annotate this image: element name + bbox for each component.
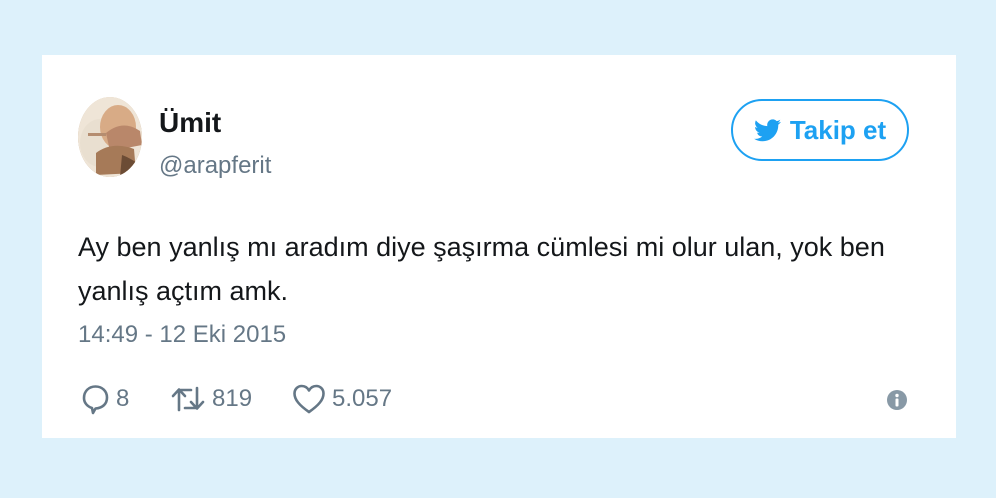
author-handle[interactable]: @arapferit xyxy=(159,152,271,180)
follow-button[interactable]: Takip et xyxy=(731,99,909,161)
tweet-timestamp[interactable]: 14:49 - 12 Eki 2015 xyxy=(78,321,286,349)
like-count: 5.057 xyxy=(332,385,393,412)
tweet-text: Ay ben yanlış mı aradım diye şaşırma cüm… xyxy=(78,232,885,306)
info-icon[interactable] xyxy=(887,390,907,410)
twitter-bird-icon xyxy=(753,118,781,141)
reply-action[interactable]: 8 xyxy=(80,382,129,416)
retweet-action[interactable]: 819 xyxy=(170,382,252,416)
reply-icon xyxy=(82,385,109,415)
retweet-count: 819 xyxy=(212,385,253,412)
author-name[interactable]: Ümit xyxy=(159,107,221,139)
follow-button-label: Takip et xyxy=(789,114,887,145)
tweet-card: Ümit @arapferit Takip et Ay ben yanlış m… xyxy=(42,55,956,438)
heart-icon xyxy=(293,384,325,414)
avatar[interactable] xyxy=(78,97,142,177)
retweet-icon xyxy=(171,386,205,412)
reply-count: 8 xyxy=(116,385,130,412)
like-action[interactable]: 5.057 xyxy=(292,382,392,416)
